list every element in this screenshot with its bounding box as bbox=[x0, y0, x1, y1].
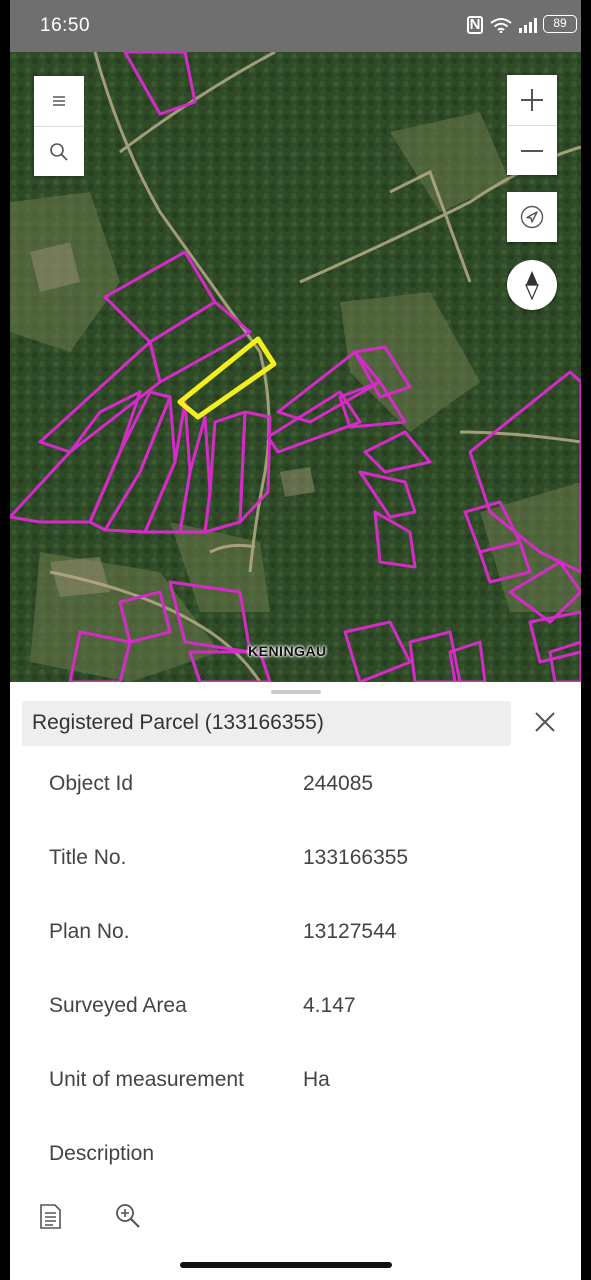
menu-button[interactable] bbox=[34, 76, 84, 126]
phone-screen: 16:50 N 89 KENINGAU Registered Parcel (1… bbox=[10, 0, 581, 1280]
attribute-label: Object Id bbox=[49, 772, 134, 795]
attribute-value: 133166355 bbox=[303, 846, 409, 869]
compass-icon bbox=[525, 271, 539, 300]
attribute-label: Description bbox=[49, 1142, 155, 1165]
map-place-label: KENINGAU bbox=[248, 643, 327, 659]
close-button[interactable] bbox=[530, 707, 560, 737]
hamburger-icon bbox=[53, 96, 65, 106]
attribute-label: Title No. bbox=[49, 846, 127, 869]
popup-header: Registered Parcel (133166355) bbox=[22, 701, 511, 746]
zoom-to-icon[interactable] bbox=[114, 1202, 142, 1230]
attribute-row: Surveyed Area 4.147 bbox=[10, 970, 581, 1044]
wifi-icon bbox=[490, 18, 512, 33]
home-indicator[interactable] bbox=[180, 1262, 392, 1268]
attribute-row: Plan No. 13127544 bbox=[10, 896, 581, 970]
attribute-row: Object Id 244085 bbox=[10, 748, 581, 822]
attribute-label: Surveyed Area bbox=[49, 994, 187, 1017]
attribute-row: Description bbox=[10, 1118, 581, 1192]
attribute-value: 4.147 bbox=[303, 994, 356, 1017]
plus-icon bbox=[521, 89, 543, 111]
zoom-out-button[interactable] bbox=[507, 125, 557, 175]
attribute-label: Plan No. bbox=[49, 920, 130, 943]
attribute-value: 244085 bbox=[303, 772, 374, 795]
search-icon bbox=[50, 142, 68, 161]
attribute-row: Title No. 133166355 bbox=[10, 822, 581, 896]
attribute-value: 13127544 bbox=[303, 920, 397, 943]
status-bar: 16:50 N 89 bbox=[10, 0, 581, 52]
compass-button[interactable] bbox=[507, 260, 557, 310]
status-time: 16:50 bbox=[40, 15, 91, 36]
close-icon bbox=[535, 712, 555, 732]
search-button[interactable] bbox=[34, 126, 84, 176]
satellite-map bbox=[10, 52, 581, 682]
popup-actions bbox=[10, 1202, 581, 1232]
status-icons: N 89 bbox=[467, 15, 577, 34]
locate-button[interactable] bbox=[507, 192, 557, 242]
locate-control bbox=[507, 192, 557, 242]
feature-popup: Registered Parcel (133166355) Object Id … bbox=[10, 682, 581, 1280]
attribute-list: Object Id 244085 Title No. 133166355 Pla… bbox=[10, 748, 581, 1192]
attribute-row: Unit of measurement Ha bbox=[10, 1044, 581, 1118]
document-icon[interactable] bbox=[36, 1202, 64, 1230]
battery-indicator: 89 bbox=[543, 15, 577, 33]
signal-icon bbox=[519, 17, 537, 33]
navigation-arrow-icon bbox=[520, 205, 544, 229]
attribute-value: Ha bbox=[303, 1068, 330, 1091]
nfc-icon: N bbox=[467, 16, 483, 34]
minus-icon bbox=[521, 149, 543, 152]
attribute-label: Unit of measurement bbox=[49, 1068, 244, 1091]
zoom-in-button[interactable] bbox=[507, 75, 557, 125]
map-view[interactable]: KENINGAU bbox=[10, 52, 581, 682]
popup-title: Registered Parcel (133166355) bbox=[32, 711, 324, 734]
left-toolbar bbox=[34, 76, 84, 176]
drag-handle[interactable] bbox=[271, 690, 321, 694]
zoom-controls bbox=[507, 75, 557, 175]
